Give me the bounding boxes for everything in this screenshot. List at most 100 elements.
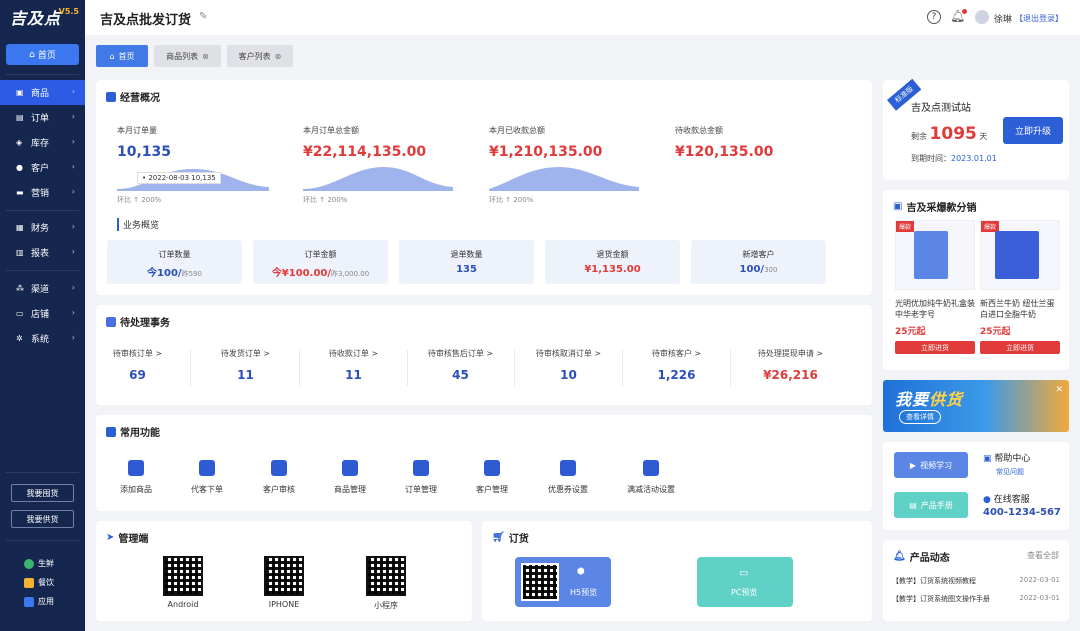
- func-product-manage[interactable]: 商品管理: [315, 460, 385, 495]
- stock-now-button[interactable]: 立即进货: [895, 341, 975, 354]
- func-add-product[interactable]: 添加商品: [101, 460, 171, 495]
- online-service-link[interactable]: ● 在线客服: [983, 492, 1030, 505]
- clipboard-icon: [199, 460, 215, 476]
- divider: [730, 350, 731, 386]
- qr-label: 小程序: [374, 601, 398, 610]
- pending-item[interactable]: 待审核取消订单 >10: [515, 348, 622, 382]
- view-all-link[interactable]: 查看全部: [1027, 550, 1059, 561]
- sidebar-item-finance[interactable]: ▦ 财务 ›: [0, 215, 85, 240]
- sidebar-item-channels[interactable]: ⁂ 渠道 ›: [0, 276, 85, 301]
- sidebar-item-stock[interactable]: ◈ 库存 ›: [0, 130, 85, 155]
- h5-preview-button[interactable]: ⬢ H5预览: [515, 557, 611, 607]
- html5-icon: ⬢: [577, 567, 585, 577]
- sidebar-item-shops[interactable]: ▭ 店铺 ›: [0, 301, 85, 326]
- news-item[interactable]: 【教学】订货系统图文操作手册 2022-03-01: [892, 594, 1060, 604]
- faq-link[interactable]: 常见问题: [996, 467, 1024, 477]
- func-order-for-customer[interactable]: 代客下单: [172, 460, 242, 495]
- close-icon[interactable]: ⊗: [275, 52, 282, 61]
- help-center-link[interactable]: ▣ 帮助中心: [983, 451, 1030, 464]
- sidebar-group-3: ⁂ 渠道 › ▭ 店铺 › ✲ 系统 ›: [0, 276, 85, 351]
- func-discount-settings[interactable]: 满减活动设置: [616, 460, 686, 495]
- stat-value: ¥22,114,135.00: [303, 144, 427, 160]
- service-phone: 400-1234-567: [983, 507, 1061, 518]
- sidebar-item-reports[interactable]: ▥ 报表 ›: [0, 240, 85, 265]
- func-customer-review[interactable]: 客户审核: [244, 460, 314, 495]
- sidebar-item-marketing[interactable]: ▬ 营销 ›: [0, 180, 85, 205]
- product-card[interactable]: 爆款 新西兰牛奶 纽仕兰蛋白进口全脂牛奶 25元起 立即进货: [980, 220, 1060, 354]
- biz-order-amount[interactable]: 订单金额 今¥100.00/昨3,000.00: [253, 240, 388, 284]
- close-icon[interactable]: ✕: [1055, 385, 1063, 395]
- stock-now-button[interactable]: 立即进货: [980, 341, 1060, 354]
- sidebar-item-goods[interactable]: ▣ 商品 ›: [0, 80, 85, 105]
- tab-product-list[interactable]: 商品列表 ⊗: [154, 45, 221, 67]
- sidebar-ext-catering[interactable]: 餐饮: [24, 577, 54, 588]
- news-item[interactable]: 【教学】订货系统视频教程 2022-03-01: [892, 576, 1060, 586]
- pending-item[interactable]: 待发货订单 >11: [192, 348, 299, 382]
- biz-new-customers[interactable]: 新增客户 100/300: [691, 240, 826, 284]
- stat-label: 本月订单总金额: [303, 126, 359, 135]
- sidebar-ext-apps[interactable]: 应用: [24, 596, 54, 607]
- stat-ratio: 环比 ↑ 200%: [117, 196, 162, 204]
- page-title: 吉及点批发订货: [100, 13, 192, 28]
- qr-code-miniprogram: [366, 556, 406, 596]
- add-product-icon: [128, 460, 144, 476]
- product-card[interactable]: 爆款 光明优加纯牛奶礼盒装中华老字号 25元起 立即进货: [895, 220, 975, 354]
- bell-icon[interactable]: 🔔︎: [950, 9, 968, 23]
- home-icon: ⌂: [29, 49, 35, 60]
- biz-return-amount[interactable]: 退货金额 ¥1,135.00: [545, 240, 680, 284]
- chevron-right-icon: ›: [71, 333, 75, 342]
- chevron-right-icon: ›: [71, 222, 75, 231]
- catering-icon: [24, 577, 34, 588]
- qr-code-h5: [521, 563, 559, 601]
- edit-icon[interactable]: ✎: [199, 11, 207, 22]
- buy-stock-button[interactable]: 我要囤货: [11, 484, 74, 502]
- logout-link[interactable]: 【退出登录】: [1015, 13, 1063, 24]
- book-icon: ▣: [983, 454, 992, 464]
- stat-value: 10,135: [117, 144, 172, 160]
- tab-home[interactable]: ⌂ 首页: [96, 45, 148, 67]
- help-icon[interactable]: ?: [927, 10, 941, 24]
- shopping-bag-icon: ▣: [893, 201, 903, 212]
- biz-return-count[interactable]: 退单数量 135: [399, 240, 534, 284]
- supply-button[interactable]: 我要供货: [11, 510, 74, 528]
- store-icon: [342, 460, 358, 476]
- close-icon[interactable]: ⊗: [202, 52, 209, 61]
- product-image: 爆款: [895, 220, 975, 290]
- finance-icon: ▦: [16, 223, 24, 232]
- product-manual-button[interactable]: ▤ 产品手册: [894, 492, 968, 518]
- sidebar: 吉及点 V5.5 ⌂ 首页 ▣ 商品 › ▤ 订单 › ◈ 库存 › ● 客户 › ▬ 营销 › ▦…: [0, 0, 85, 631]
- supply-banner[interactable]: 我要供货 查看详情 ✕: [883, 380, 1069, 432]
- sidebar-home-button[interactable]: ⌂ 首页: [6, 44, 79, 65]
- sidebar-item-customers[interactable]: ● 客户 ›: [0, 155, 85, 180]
- brand-logo[interactable]: 吉及点 V5.5: [0, 0, 85, 34]
- video-learning-button[interactable]: ▶ 视频学习: [894, 452, 968, 478]
- stat-label: 本月订单量: [117, 126, 157, 135]
- marketing-icon: ▬: [16, 188, 24, 197]
- sidebar-item-system[interactable]: ✲ 系统 ›: [0, 326, 85, 351]
- chart-tooltip: • 2022-08-03 10,135: [137, 172, 221, 184]
- func-customer-manage[interactable]: 客户管理: [457, 460, 527, 495]
- avatar[interactable]: [975, 10, 989, 24]
- overview-title: 经营概况: [106, 89, 160, 104]
- chevron-right-icon: ›: [71, 247, 75, 256]
- pending-item[interactable]: 待审核客户 >1,226: [623, 348, 730, 382]
- pending-item[interactable]: 待审核订单 >69: [84, 348, 191, 382]
- pending-item[interactable]: 待收款订单 >11: [300, 348, 407, 382]
- pc-preview-button[interactable]: ▭ PC预览: [697, 557, 793, 607]
- upgrade-button[interactable]: 立即升级: [1003, 117, 1063, 144]
- functions-title: 常用功能: [106, 424, 160, 439]
- pending-item[interactable]: 待处理提现申请 > ¥26,216: [737, 348, 844, 382]
- func-coupon-settings[interactable]: 优惠券设置: [533, 460, 603, 495]
- business-overview-title: 业务概览: [117, 218, 159, 231]
- tab-customer-list[interactable]: 客户列表 ⊗: [227, 45, 293, 67]
- biz-order-count[interactable]: 订单数量 今100/昨590: [107, 240, 242, 284]
- sparkline-received: [489, 167, 639, 191]
- func-order-manage[interactable]: 订单管理: [386, 460, 456, 495]
- sidebar-item-orders[interactable]: ▤ 订单 ›: [0, 105, 85, 130]
- stat-ratio: 环比 ↑ 200%: [303, 196, 348, 204]
- sidebar-ext-fresh[interactable]: 生鲜: [24, 558, 54, 569]
- qr-code-android: [163, 556, 203, 596]
- pending-item[interactable]: 待审核售后订单 >45: [407, 348, 514, 382]
- banner-details-button[interactable]: 查看详情: [899, 410, 941, 424]
- qr-label: Android: [167, 600, 199, 609]
